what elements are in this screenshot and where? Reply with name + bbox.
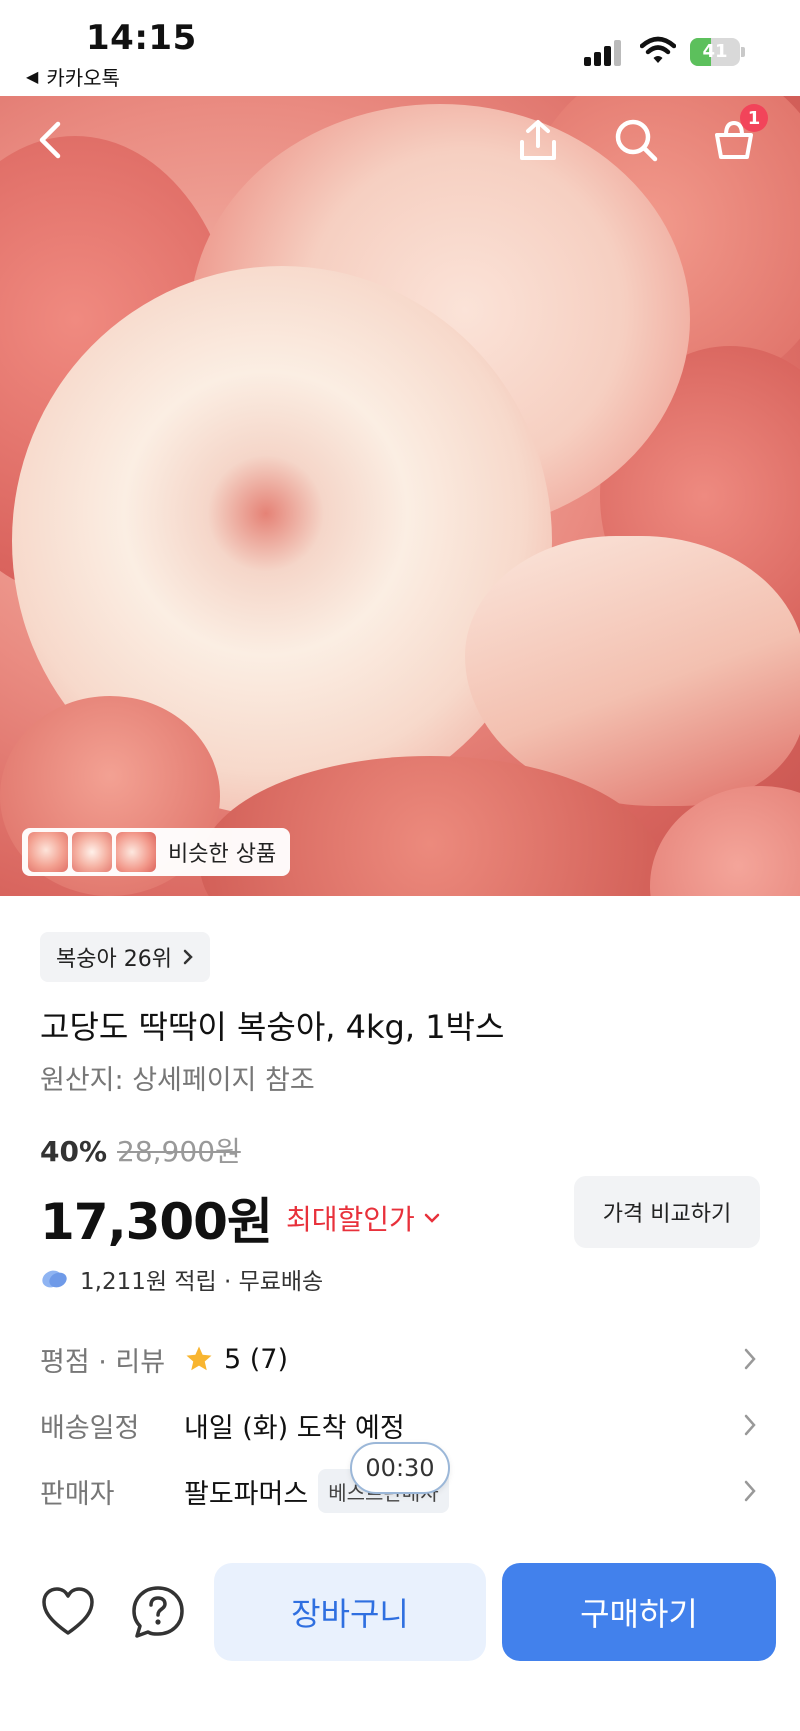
price-compare-button[interactable]: 가격 비교하기: [574, 1176, 760, 1248]
inquiry-button[interactable]: [126, 1580, 190, 1644]
question-bubble-icon: [132, 1586, 184, 1638]
back-triangle-icon: ◀: [26, 67, 39, 86]
max-discount-label: 최대할인가: [285, 1203, 415, 1236]
search-button[interactable]: [604, 108, 668, 172]
original-price: 28,900원: [117, 1135, 241, 1168]
share-icon: [520, 120, 556, 160]
points-icon: [42, 1270, 67, 1288]
chevron-right-icon: [744, 1348, 756, 1370]
back-button[interactable]: [20, 108, 84, 172]
product-image[interactable]: 1 비슷한 상품: [0, 96, 800, 896]
battery-percent: 41: [702, 41, 728, 62]
delivery-key: 배송일정: [40, 1412, 140, 1444]
wifi-icon: [639, 36, 677, 66]
search-icon: [615, 119, 658, 162]
share-button[interactable]: [506, 108, 570, 172]
similar-thumb: [72, 832, 112, 872]
delivery-value: 내일 (화) 도착 예정: [184, 1412, 405, 1444]
bottom-action-bar: 장바구니 구매하기: [0, 1540, 800, 1731]
cart-icon-button[interactable]: 1: [702, 104, 768, 172]
similar-thumb: [28, 832, 68, 872]
discount-row: 40% 28,900원: [40, 1130, 241, 1170]
category-rank-chip[interactable]: 복숭아 26위: [40, 932, 210, 982]
back-to-app-link[interactable]: ◀ 카카오톡: [26, 62, 120, 91]
points-shipping-row: 1,211원 적립 · 무료배송: [40, 1262, 323, 1296]
status-time: 14:15: [86, 18, 197, 58]
rating-key: 평점 · 리뷰: [40, 1346, 166, 1378]
star-icon: [186, 1346, 212, 1371]
wishlist-button[interactable]: [36, 1580, 100, 1644]
similar-thumb: [116, 832, 156, 872]
cart-count-badge: 1: [740, 104, 768, 132]
buy-now-button[interactable]: 구매하기: [502, 1563, 776, 1661]
status-bar: 14:15 ◀ 카카오톡 41: [0, 0, 800, 96]
product-title: 고당도 딱딱이 복숭아, 4kg, 1박스: [40, 1008, 505, 1046]
product-origin: 원산지: 상세페이지 참조: [40, 1065, 315, 1096]
rating-value: 5 (7): [224, 1343, 289, 1375]
back-app-label: 카카오톡: [46, 66, 120, 90]
cellular-signal-icon: [584, 40, 626, 66]
battery-icon: 41: [690, 38, 745, 66]
heart-icon: [42, 1587, 94, 1635]
sale-price: 17,300원: [40, 1193, 273, 1251]
chevron-right-icon: [744, 1414, 756, 1436]
discount-percent: 40%: [40, 1135, 108, 1168]
add-to-cart-button[interactable]: 장바구니: [214, 1563, 486, 1661]
chevron-right-icon: [183, 949, 193, 965]
similar-products-chip[interactable]: 비슷한 상품: [22, 828, 291, 876]
chevron-down-icon: [424, 1213, 440, 1223]
chevron-right-icon: [744, 1480, 756, 1502]
timer-pill: 00:30: [350, 1442, 450, 1494]
seller-name: 팔도파머스: [184, 1478, 309, 1510]
chevron-left-icon: [39, 121, 61, 159]
similar-products-label: 비슷한 상품: [168, 842, 277, 867]
rank-label: 복숭아 26위: [56, 947, 172, 972]
price-row: 17,300원 최대할인가: [40, 1182, 441, 1254]
points-shipping-text: 1,211원 적립 · 무료배송: [80, 1269, 324, 1295]
max-discount-toggle[interactable]: 최대할인가: [286, 1198, 441, 1238]
rating-review-row[interactable]: 평점 · 리뷰 5 (7): [40, 1334, 760, 1384]
seller-key: 판매자: [40, 1478, 115, 1510]
